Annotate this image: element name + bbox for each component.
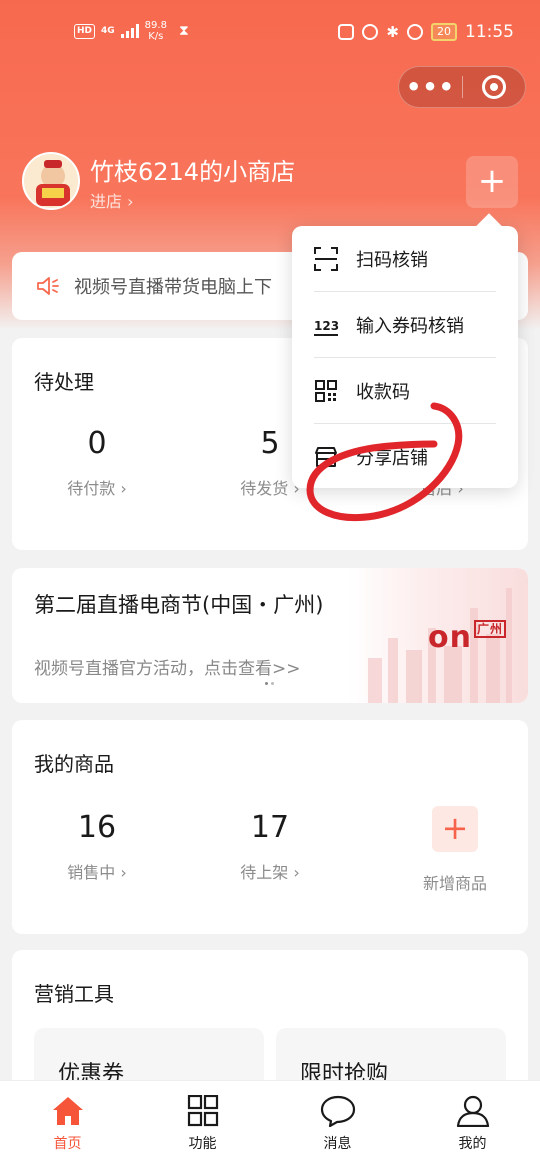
my-products-title: 我的商品	[34, 752, 114, 776]
stat-label: 销售中	[67, 863, 116, 882]
tab-label: 功能	[188, 1136, 217, 1152]
stat-label: 待上架	[240, 863, 289, 882]
add-product-button[interactable]: +	[432, 806, 478, 852]
status-bar-left: HD 4G 89.8 K/s ⧗	[74, 20, 189, 42]
tab-label: 我的	[458, 1136, 487, 1152]
banner-art: on 广州	[348, 568, 528, 703]
enter-shop-link[interactable]: 进店 ›	[90, 188, 134, 212]
banner-title: 第二届直播电商节(中国・广州)	[34, 593, 324, 617]
shop-avatar[interactable]	[22, 152, 80, 210]
pending-unpaid[interactable]: 0 待付款 ›	[27, 426, 167, 499]
more-icon[interactable]: •••	[399, 67, 462, 107]
hourglass-icon: ⧗	[178, 23, 189, 39]
stat-value: 17	[250, 810, 290, 845]
close-miniprogram-button[interactable]	[463, 75, 525, 99]
enter-shop-label: 进店	[90, 192, 123, 211]
marketing-title: 营销工具	[34, 982, 114, 1006]
my-products-card: 我的商品 16 销售中 › 17 待上架 › + 新增商品	[12, 720, 528, 934]
action-dropdown-menu: 扫码核销 123 输入券码核销 收款码 分享店铺	[292, 226, 518, 488]
shop-name: 竹枝6214的小商店	[90, 158, 296, 186]
chevron-right-icon: ›	[127, 192, 134, 211]
share-shop-icon	[315, 447, 337, 467]
status-bar: HD 4G 89.8 K/s ⧗ ✱ 20 11:55	[0, 0, 540, 66]
add-product-label: 新增商品	[422, 874, 487, 893]
nfc-icon	[338, 24, 355, 40]
menu-item-payment-code[interactable]: 收款码	[314, 358, 496, 424]
menu-item-label: 收款码	[356, 382, 410, 403]
bottom-tab-bar: 首页 功能 消息 我的	[0, 1080, 540, 1170]
stat-value: 16	[77, 810, 117, 845]
menu-item-enter-code[interactable]: 123 输入券码核销	[314, 292, 496, 358]
menu-item-label: 扫码核销	[356, 250, 428, 271]
scan-icon	[314, 247, 338, 271]
speaker-icon	[37, 277, 59, 295]
mute-icon	[407, 24, 423, 40]
net-speed-value: 89.8	[144, 20, 167, 31]
products-to-list[interactable]: 17 待上架 ›	[200, 810, 340, 883]
tab-home[interactable]: 首页	[0, 1081, 135, 1170]
tab-label: 消息	[323, 1136, 352, 1152]
stat-label: 待发货	[240, 479, 289, 498]
message-icon	[320, 1095, 355, 1127]
menu-item-label: 分享店铺	[356, 448, 428, 469]
products-on-sale[interactable]: 16 销售中 ›	[27, 810, 167, 883]
menu-item-label: 输入券码核销	[356, 316, 464, 337]
menu-item-share-shop[interactable]: 分享店铺	[314, 424, 496, 490]
banner-subtitle: 视频号直播官方活动，点击查看>>	[34, 659, 301, 679]
pending-title: 待处理	[34, 370, 94, 394]
bluetooth-icon: ✱	[386, 23, 399, 41]
clock: 11:55	[465, 22, 514, 42]
banner-pagination	[265, 682, 274, 685]
stat-label: 待付款	[67, 479, 116, 498]
menu-item-scan-verify[interactable]: 扫码核销	[314, 226, 496, 292]
net-speed-unit: K/s	[148, 31, 164, 42]
notice-text: 视频号直播带货电脑上下	[74, 277, 272, 298]
stat-value: 0	[87, 426, 107, 461]
target-icon	[481, 75, 506, 99]
banner-logo-text: on	[428, 620, 472, 655]
user-icon	[456, 1095, 489, 1127]
tab-me[interactable]: 我的	[405, 1081, 540, 1170]
qrcode-icon	[315, 380, 337, 402]
banner-card[interactable]: on 广州 第二届直播电商节(中国・广州) 视频号直播官方活动，点击查看>>	[12, 568, 528, 703]
banner-logo: on 广州	[428, 620, 506, 655]
number-123-icon: 123	[314, 314, 339, 336]
banner-logo-sub: 广州	[473, 620, 506, 638]
alarm-icon	[362, 24, 379, 40]
network-type: 4G	[101, 26, 115, 36]
miniprogram-capsule: •••	[398, 66, 526, 108]
hd-badge: HD	[74, 23, 96, 39]
battery-icon: 20	[431, 23, 457, 41]
add-product-label-wrap: 新增商品	[385, 870, 525, 894]
net-speed: 89.8 K/s	[145, 20, 167, 42]
tab-label: 首页	[53, 1136, 82, 1152]
tab-messages[interactable]: 消息	[270, 1081, 405, 1170]
header-add-button[interactable]: +	[466, 156, 518, 208]
signal-icon	[120, 24, 139, 38]
home-icon	[52, 1097, 83, 1125]
tab-functions[interactable]: 功能	[135, 1081, 270, 1170]
status-bar-right: ✱ 20 11:55	[338, 22, 514, 42]
grid-icon	[187, 1095, 218, 1127]
